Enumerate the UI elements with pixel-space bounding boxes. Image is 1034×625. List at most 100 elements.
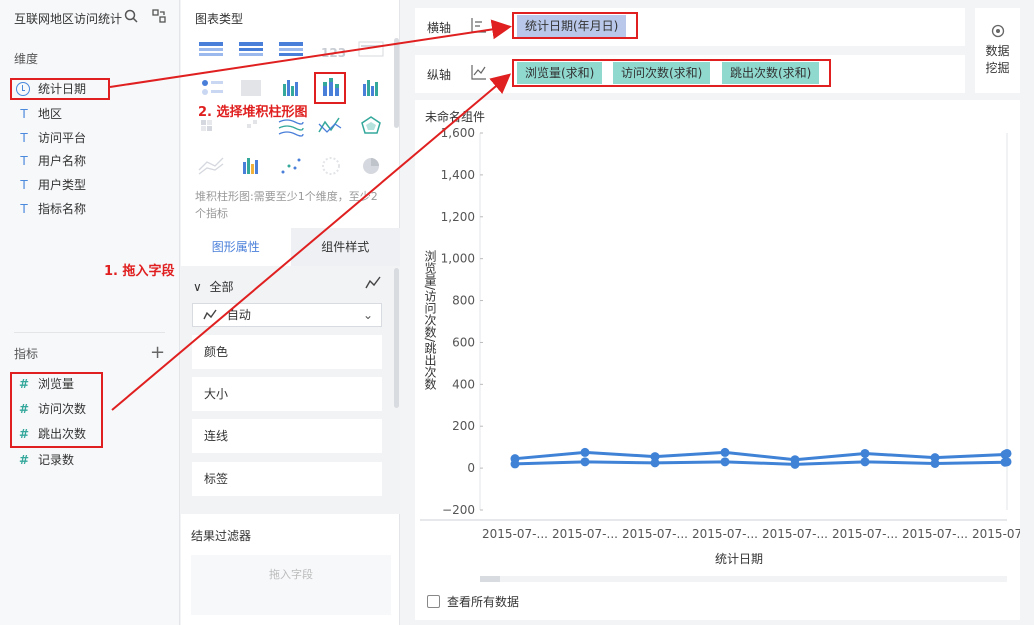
scatter-grid-icon[interactable] bbox=[247, 120, 257, 128]
svg-text:123: 123 bbox=[321, 46, 346, 60]
switch-dataset-icon[interactable] bbox=[152, 9, 166, 27]
y-tick-label: 200 bbox=[452, 419, 475, 433]
dimension-item-username[interactable]: T 用户名称 bbox=[16, 151, 86, 171]
x-axis-title: 统计日期 bbox=[715, 552, 764, 566]
data-point[interactable] bbox=[1002, 457, 1012, 467]
text-type-icon: T bbox=[20, 178, 28, 192]
chart-component: 未命名组件 浏览量/访问次数/跳出次数 −200 0 200 400 600 800 1,0… bbox=[415, 100, 1020, 620]
y-tick-label: 600 bbox=[452, 335, 475, 349]
x-tick-label: 2015-07-... bbox=[902, 527, 968, 541]
kpi-number-icon[interactable]: 123 bbox=[321, 46, 346, 60]
funnel-dots-icon[interactable] bbox=[322, 157, 340, 175]
y-tick-label: 0 bbox=[467, 461, 475, 475]
tab-graph-properties[interactable]: 图形属性 bbox=[181, 228, 291, 266]
line-type-icon bbox=[365, 276, 381, 294]
x-axis-icon bbox=[471, 18, 486, 33]
chart-types-scrollbar[interactable] bbox=[394, 38, 399, 128]
graph-properties-panel: ∨ 全部 自动 ⌄ 颜色 大小 连线 标签 bbox=[181, 266, 400, 514]
area-chart-icon[interactable] bbox=[198, 157, 224, 175]
text-type-icon: T bbox=[20, 154, 28, 168]
data-point[interactable] bbox=[720, 457, 730, 467]
add-metric-icon[interactable]: + bbox=[150, 342, 165, 363]
chart-config-panel: 图表类型 123 堆积柱形图:需要至少1个维度，至少2个指标 图形属性 组件样式… bbox=[181, 0, 400, 625]
data-point[interactable] bbox=[580, 457, 590, 467]
y-axis-label: 纵轴 bbox=[427, 68, 452, 82]
connect-line-property[interactable]: 连线 bbox=[192, 419, 382, 453]
data-point[interactable] bbox=[790, 459, 800, 469]
data-mining-button[interactable]: 数据 挖掘 bbox=[975, 8, 1020, 93]
dataset-title: 互联网地区访问统计 bbox=[14, 12, 123, 26]
chevron-down-icon: ⌄ bbox=[362, 308, 373, 322]
y-field-highlight bbox=[512, 59, 831, 87]
multi-bar-icon[interactable] bbox=[283, 80, 298, 96]
dimension-item-region[interactable]: T 地区 bbox=[16, 104, 62, 124]
x-tick-label: 2015-07-... bbox=[832, 527, 898, 541]
hash-icon: # bbox=[18, 453, 30, 467]
mining-icon bbox=[975, 24, 1020, 42]
data-point[interactable] bbox=[650, 458, 660, 468]
x-tick-label: 2015-07-... bbox=[762, 527, 828, 541]
show-all-data-toggle[interactable]: 查看所有数据 bbox=[427, 593, 519, 610]
metrics-header: 指标 bbox=[14, 347, 39, 361]
text-type-icon: T bbox=[20, 131, 28, 145]
data-point[interactable] bbox=[510, 459, 520, 469]
data-point[interactable] bbox=[720, 447, 730, 457]
y-tick-label: 800 bbox=[452, 294, 475, 308]
combo-line-icon[interactable] bbox=[318, 117, 342, 133]
label-property[interactable]: 标签 bbox=[192, 462, 382, 496]
colored-bar-icon[interactable] bbox=[243, 158, 258, 174]
pie-chart-icon[interactable] bbox=[363, 158, 379, 174]
dimension-item-platform[interactable]: T 访问平台 bbox=[16, 128, 86, 148]
list-chart-icon[interactable] bbox=[358, 41, 384, 57]
y-tick-label: 400 bbox=[452, 377, 475, 391]
data-point[interactable] bbox=[930, 459, 940, 469]
x-tick-label: 2015-07-... bbox=[692, 527, 758, 541]
text-type-icon: T bbox=[20, 107, 28, 121]
size-property[interactable]: 大小 bbox=[192, 377, 382, 411]
x-tick-label: 2015-07-... bbox=[482, 527, 548, 541]
map-chart-icon[interactable] bbox=[241, 80, 261, 96]
filter-drop-zone[interactable]: 拖入字段 bbox=[191, 555, 391, 615]
date-field-highlight bbox=[10, 78, 110, 100]
tab-component-style[interactable]: 组件样式 bbox=[290, 228, 400, 266]
line-chart-icon[interactable] bbox=[278, 119, 304, 137]
data-point[interactable] bbox=[1002, 448, 1012, 458]
detail-table-icon[interactable] bbox=[279, 42, 303, 56]
heatmap-icon[interactable] bbox=[201, 120, 212, 131]
dimension-item-metricname[interactable]: T 指标名称 bbox=[16, 199, 86, 219]
chart-subtype-select[interactable]: 自动 ⌄ bbox=[192, 303, 382, 327]
x-tick-label: 2015-07-... bbox=[552, 527, 618, 541]
radar-chart-icon[interactable] bbox=[361, 116, 381, 134]
y-tick-label: −200 bbox=[442, 503, 475, 517]
scatter-chart-icon[interactable] bbox=[281, 158, 301, 174]
search-icon[interactable] bbox=[124, 9, 142, 27]
chart-horizontal-scrollbar[interactable] bbox=[480, 576, 1007, 582]
stacked-bar-chart-icon[interactable] bbox=[323, 78, 339, 96]
dimensions-header: 维度 bbox=[14, 52, 39, 66]
y-tick-label: 1,200 bbox=[441, 210, 475, 224]
y-tick-label: 1,400 bbox=[441, 168, 475, 182]
chart-type-hint: 堆积柱形图:需要至少1个维度，至少2个指标 bbox=[195, 190, 378, 220]
cross-table-icon[interactable] bbox=[239, 42, 263, 56]
color-property[interactable]: 颜色 bbox=[192, 335, 382, 369]
result-filter-header: 结果过滤器 bbox=[191, 529, 252, 543]
x-axis-label: 横轴 bbox=[427, 21, 452, 35]
metric-item-records[interactable]: # 记录数 bbox=[16, 450, 74, 470]
properties-scrollbar[interactable] bbox=[394, 268, 399, 408]
annotation-step1: 1. 拖入字段 bbox=[104, 264, 175, 279]
bubble-chart-icon[interactable] bbox=[202, 80, 223, 95]
data-point[interactable] bbox=[860, 457, 870, 467]
dimension-item-usertype[interactable]: T 用户类型 bbox=[16, 175, 86, 195]
line-chart: −200 0 200 400 600 800 1,000 1,200 1,400 1,600 201… bbox=[420, 126, 1020, 541]
data-point[interactable] bbox=[580, 447, 590, 457]
y-tick-label: 1,000 bbox=[441, 252, 475, 266]
chart-types-header: 图表类型 bbox=[195, 12, 244, 26]
table-chart-icon[interactable] bbox=[199, 42, 223, 56]
chevron-down-icon: ∨ bbox=[193, 280, 202, 294]
y-axis-icon bbox=[471, 65, 486, 80]
show-all-checkbox[interactable] bbox=[427, 595, 440, 608]
grouped-bar-icon[interactable] bbox=[363, 80, 378, 96]
data-point[interactable] bbox=[860, 448, 870, 458]
x-tick-label: 2015-07-... bbox=[972, 527, 1020, 541]
all-toggle[interactable]: ∨ 全部 bbox=[193, 278, 233, 295]
